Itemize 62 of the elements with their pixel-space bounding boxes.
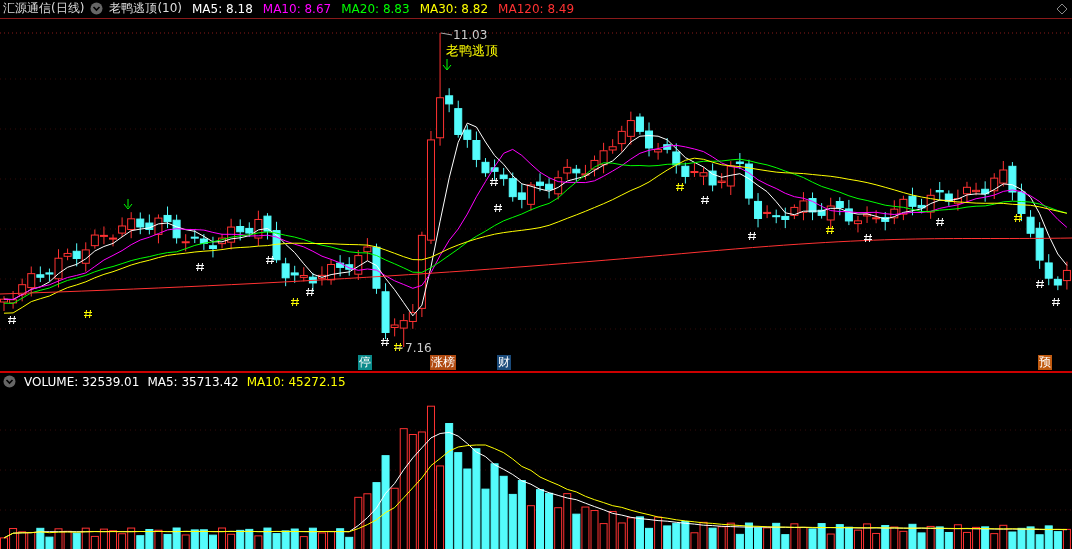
volume-bar <box>844 527 853 549</box>
volume-bar <box>808 528 817 549</box>
hash-marker <box>700 195 710 205</box>
volume-bar <box>245 529 254 549</box>
signal-label: 老鸭逃顶 <box>446 42 498 58</box>
chevron-down-icon[interactable] <box>3 375 16 389</box>
volume-bar <box>372 482 381 549</box>
low-price-label: 7.16 <box>405 340 432 355</box>
volume-bar <box>199 529 208 549</box>
hash-marker <box>1035 279 1045 289</box>
moving-average-label: MA30: 8.82 <box>419 1 489 16</box>
hash-marker <box>380 337 390 347</box>
moving-average-label: MA10: 8.67 <box>262 1 332 16</box>
hash-marker <box>1051 297 1061 307</box>
high-price-label: 11.03 <box>453 27 488 42</box>
moving-average-label: MA20: 8.83 <box>341 1 410 16</box>
down-arrow-icon <box>442 58 452 71</box>
volume-label: MA10: 45272.15 <box>246 374 346 389</box>
volume-bar <box>708 528 717 549</box>
hash-marker <box>265 255 275 265</box>
hash-marker <box>195 262 205 272</box>
moving-average-label: MA5: 8.18 <box>192 1 253 16</box>
moving-average-label: MA120: 8.49 <box>498 1 575 16</box>
volume-bar <box>935 526 944 549</box>
diamond-icon[interactable] <box>1056 2 1068 15</box>
volume-label: MA5: 35713.42 <box>147 374 239 389</box>
volume-bar <box>672 523 681 549</box>
volume-bar <box>281 530 290 549</box>
stock-title: 汇源通信(日线) <box>3 0 85 18</box>
hash-marker <box>489 177 499 187</box>
volume-bar <box>545 493 554 549</box>
indicator-name: 老鸭逃顶(10) <box>109 0 182 18</box>
volume-bar <box>508 494 517 549</box>
hash-marker <box>7 315 17 325</box>
volume-bar <box>1053 531 1062 549</box>
volume-bar <box>72 533 81 549</box>
volume-bar <box>272 533 281 549</box>
event-badge[interactable]: 财 <box>497 354 511 370</box>
volume-bar <box>236 530 245 549</box>
volume-bar <box>754 527 763 549</box>
volume-bar <box>145 529 154 549</box>
hash-marker <box>747 231 757 241</box>
chevron-down-icon[interactable] <box>90 2 104 16</box>
volume-label: VOLUME: 32539.01 <box>24 374 140 389</box>
event-badge[interactable]: 停 <box>358 354 372 370</box>
volume-bar <box>1008 531 1017 549</box>
hash-marker <box>825 225 835 235</box>
hash-marker <box>305 287 315 297</box>
hash-marker <box>1013 213 1023 223</box>
volume-bar <box>663 525 672 549</box>
down-arrow-icon <box>123 198 133 210</box>
hash-marker <box>83 309 93 319</box>
hash-marker <box>863 233 873 243</box>
event-badge[interactable]: 涨榜 <box>430 354 456 370</box>
hash-marker <box>493 203 503 213</box>
volume-bar <box>1017 528 1026 549</box>
hash-marker <box>675 182 685 192</box>
hash-marker <box>393 342 403 352</box>
event-badge[interactable]: 预 <box>1038 354 1052 370</box>
hash-marker <box>935 217 945 227</box>
volume-bar <box>190 529 199 549</box>
hash-marker <box>290 297 300 307</box>
